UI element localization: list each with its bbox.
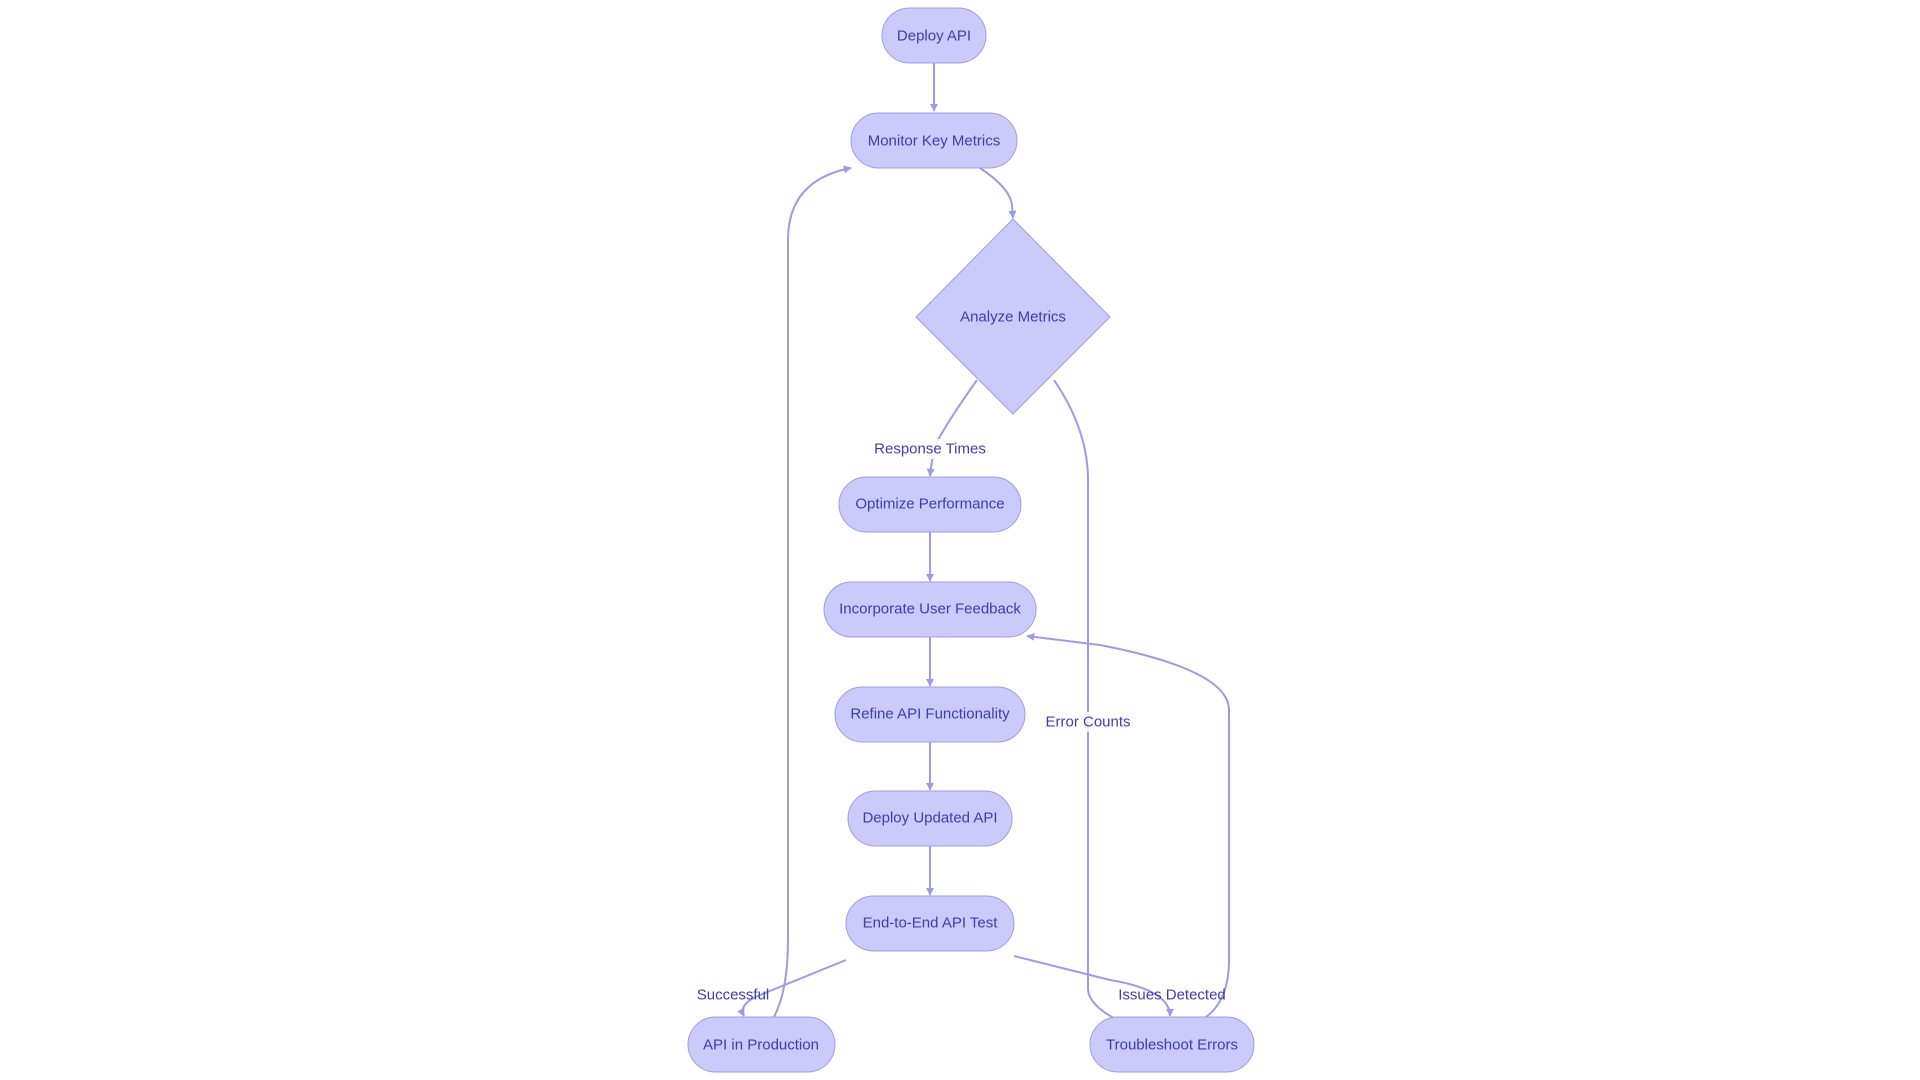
node-label: Deploy API bbox=[897, 28, 971, 45]
node-api-in-production[interactable]: API in Production bbox=[687, 1016, 836, 1073]
edge-analyze-to-optimize bbox=[926, 379, 978, 477]
node-label: End-to-End API Test bbox=[863, 915, 999, 932]
node-analyze-metrics[interactable]: Analyze Metrics bbox=[915, 218, 1111, 415]
node-refine-api-functionality[interactable]: Refine API Functionality bbox=[834, 686, 1026, 743]
node-end-to-end-api-test[interactable]: End-to-End API Test bbox=[845, 895, 1015, 952]
node-monitor-key-metrics[interactable]: Monitor Key Metrics bbox=[850, 112, 1018, 169]
edge-label-error-counts: Error Counts bbox=[1045, 714, 1130, 731]
node-label: Incorporate User Feedback bbox=[839, 601, 1021, 618]
node-deploy-updated-api[interactable]: Deploy Updated API bbox=[847, 790, 1013, 847]
node-label: Monitor Key Metrics bbox=[868, 133, 1001, 150]
edge-monitor-to-analyze bbox=[979, 167, 1017, 219]
edge-analyze-to-troubleshoot bbox=[1053, 379, 1136, 1030]
node-optimize-performance[interactable]: Optimize Performance bbox=[838, 476, 1022, 533]
node-label: Analyze Metrics bbox=[960, 309, 1066, 326]
edges bbox=[737, 63, 1230, 1030]
edge-label-issues-detected: Issues Detected bbox=[1118, 987, 1226, 1004]
node-label: Refine API Functionality bbox=[850, 706, 1010, 723]
edge-troubleshoot-to-feedback bbox=[1026, 632, 1230, 1018]
flowchart-diagram: Response Times Error Counts Successful I… bbox=[687, 7, 1255, 1073]
node-incorporate-user-feedback[interactable]: Incorporate User Feedback bbox=[823, 581, 1037, 638]
nodes: Deploy API Monitor Key Metrics Analyze M… bbox=[687, 7, 1255, 1073]
edge-label-successful: Successful bbox=[697, 987, 770, 1004]
edge-label-response-times: Response Times bbox=[874, 441, 986, 458]
node-deploy-api[interactable]: Deploy API bbox=[881, 7, 987, 64]
node-label: Optimize Performance bbox=[855, 496, 1004, 513]
node-label: Deploy Updated API bbox=[862, 810, 997, 827]
node-label: API in Production bbox=[703, 1037, 819, 1054]
node-label: Troubleshoot Errors bbox=[1106, 1037, 1238, 1054]
node-troubleshoot-errors[interactable]: Troubleshoot Errors bbox=[1089, 1016, 1255, 1073]
